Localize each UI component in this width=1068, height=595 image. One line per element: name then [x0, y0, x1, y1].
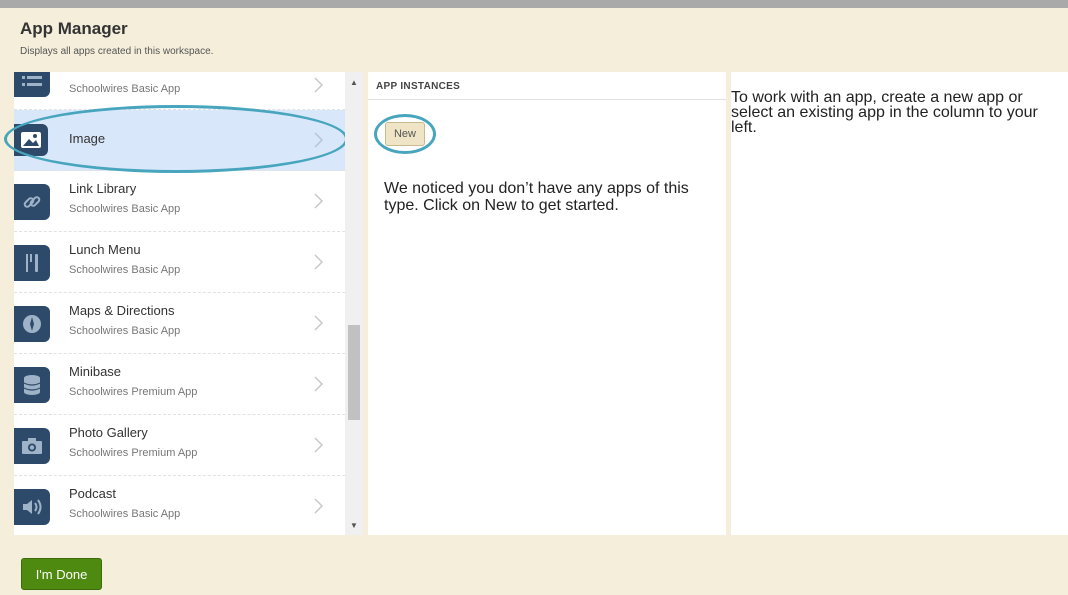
chevron-right-icon — [314, 498, 324, 514]
info-message: To work with an app, create a new app or… — [731, 89, 1038, 136]
app-item-name: Link Library — [69, 181, 137, 196]
new-button[interactable]: New — [385, 122, 425, 146]
app-item-desc: Schoolwires Basic App — [69, 203, 181, 215]
app-item-podcast[interactable]: Podcast Schoolwires Basic App — [14, 476, 345, 535]
app-item-name: Photo Gallery — [69, 425, 148, 440]
chevron-right-icon — [314, 376, 324, 392]
chevron-right-icon — [314, 193, 324, 209]
app-item-desc: Schoolwires Premium App — [69, 386, 198, 398]
app-item-image[interactable]: Image — [14, 110, 345, 171]
scroll-thumb[interactable] — [348, 325, 360, 420]
chevron-right-icon — [314, 437, 324, 453]
scroll-up-arrow-icon[interactable]: ▲ — [345, 74, 363, 90]
no-apps-message: We noticed you don’t have any apps of th… — [384, 180, 689, 214]
chevron-right-icon — [314, 315, 324, 331]
app-instances-panel: APP INSTANCES New We noticed you don’t h… — [368, 72, 726, 535]
app-item-desc: Schoolwires Basic App — [69, 325, 181, 337]
app-item-link-library[interactable]: Link Library Schoolwires Basic App — [14, 171, 345, 232]
database-icon — [14, 367, 50, 403]
list-icon — [14, 72, 50, 97]
im-done-button[interactable]: I'm Done — [21, 558, 102, 590]
app-item-basic-top[interactable]: Schoolwires Basic App — [14, 72, 345, 110]
app-item-desc: Schoolwires Basic App — [69, 83, 181, 95]
app-instances-header: APP INSTANCES — [368, 72, 726, 100]
app-item-maps-directions[interactable]: Maps & Directions Schoolwires Basic App — [14, 293, 345, 354]
app-item-minibase[interactable]: Minibase Schoolwires Premium App — [14, 354, 345, 415]
compass-icon — [14, 306, 50, 342]
app-item-lunch-menu[interactable]: Lunch Menu Schoolwires Basic App — [14, 232, 345, 293]
app-item-desc: Schoolwires Basic App — [69, 264, 181, 276]
app-list: Schoolwires Basic App Image Link Library… — [14, 72, 345, 535]
info-panel: To work with an app, create a new app or… — [731, 72, 1068, 535]
app-manager-header: App Manager Displays all apps created in… — [14, 10, 1054, 66]
app-item-desc: Schoolwires Basic App — [69, 508, 181, 520]
app-item-name: Lunch Menu — [69, 242, 141, 257]
app-item-desc: Schoolwires Premium App — [69, 447, 198, 459]
chevron-right-icon — [314, 132, 324, 148]
app-item-name: Minibase — [69, 364, 122, 379]
app-item-name: Maps & Directions — [69, 303, 175, 318]
app-instances-title: APP INSTANCES — [376, 81, 461, 92]
utensils-icon — [14, 245, 50, 281]
app-item-name: Image — [69, 131, 106, 146]
chevron-right-icon — [314, 77, 324, 93]
page-title: App Manager — [20, 19, 128, 38]
link-icon — [14, 184, 50, 220]
page-subtitle: Displays all apps created in this worksp… — [20, 46, 214, 57]
scroll-down-arrow-icon[interactable]: ▼ — [345, 517, 363, 533]
image-icon — [14, 124, 48, 156]
app-item-name: Podcast — [69, 486, 116, 501]
chevron-right-icon — [314, 254, 324, 270]
app-item-photo-gallery[interactable]: Photo Gallery Schoolwires Premium App — [14, 415, 345, 476]
app-list-scrollbar[interactable]: ▲ ▼ — [345, 72, 363, 535]
camera-icon — [14, 428, 50, 464]
top-border — [0, 0, 1068, 8]
speaker-icon — [14, 489, 50, 525]
